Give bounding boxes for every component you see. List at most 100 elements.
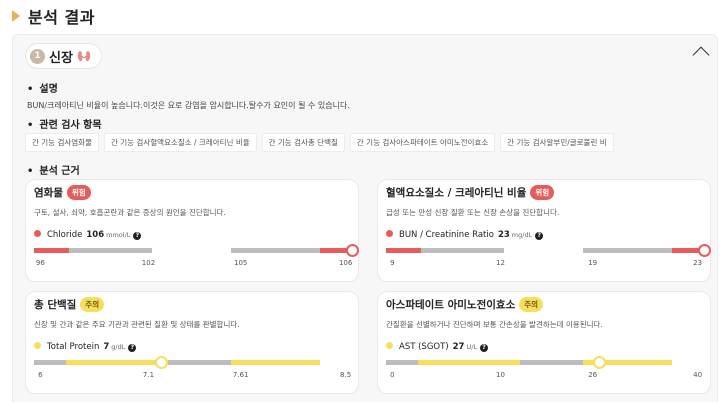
- card-description: 신장 및 간과 같은 주요 기관과 관련된 질환 및 상태를 판별합니다.: [34, 320, 240, 329]
- tick-label: 12: [496, 259, 505, 267]
- section-label: 신장: [49, 50, 73, 66]
- range-segment: [386, 248, 421, 253]
- value-marker: [155, 356, 169, 369]
- related-item-chip[interactable]: 간 기능 검사아스파테이트 아미노전이효소: [349, 133, 496, 152]
- related-item-chip[interactable]: 간 기능 검사알부민/글로불린 비: [500, 133, 614, 152]
- result-card-bun-ratio: 혈액요소질소 / 크레아티닌 비율 위험급성 또는 만성 신장 질환 또는 신장 …: [377, 179, 711, 282]
- tick-label: 40: [693, 371, 703, 379]
- range-segment: [167, 360, 232, 365]
- section-marker-icon: [12, 10, 20, 22]
- value-marker: [346, 244, 359, 257]
- kidney-icon: [77, 51, 91, 62]
- description-text: BUN/크레아티닌 비율이 높습니다.이것은 요로 감염을 암시합니다.탈수가 …: [27, 101, 350, 110]
- range-segment: [503, 248, 584, 253]
- range-segment: [34, 248, 69, 253]
- range-segment: [34, 360, 66, 365]
- test-value: 27: [452, 342, 465, 352]
- test-value-row: BUN / Creatinine Ratio 23 mg/dL?: [386, 230, 544, 240]
- info-icon[interactable]: ?: [535, 232, 544, 240]
- status-badge: 위험: [66, 185, 91, 200]
- related-item-chip[interactable]: 간 기능 검사혈액요소질소 / 크레아티닌 비율: [103, 133, 257, 152]
- card-description: 급성 또는 만성 신장 질환 또는 신장 손상을 진단합니다.: [386, 208, 560, 217]
- tick-label: 96: [35, 259, 45, 267]
- card-title: 염화물 위험: [34, 185, 91, 200]
- card-title: 아스파테이트 아미노전이효소 주의: [386, 297, 544, 312]
- test-unit: g/dL: [111, 343, 126, 351]
- card-description: 간질환을 선별하거나 진단하며 보통 간손상을 발견하는데 이용된니다.: [386, 320, 603, 329]
- range-ticks: 6 7.1 7.61 8.5: [34, 371, 352, 381]
- test-name: Total Protein: [47, 342, 100, 352]
- test-value-row: Total Protein 7 g/dL?: [34, 342, 137, 352]
- status-badge: 주의: [519, 297, 544, 312]
- page-header: 분석 결과: [12, 4, 95, 28]
- tick-label: 7.61: [232, 371, 249, 379]
- section-title-kidney: 1 신장: [25, 43, 102, 69]
- status-badge: 위험: [530, 185, 555, 200]
- value-marker: [593, 356, 607, 369]
- related-item-chip[interactable]: 간 기능 검사총 단백질: [261, 133, 345, 152]
- status-dot: [386, 230, 393, 237]
- related-items-list: 간 기능 검사염화물 간 기능 검사혈액요소질소 / 크레아티닌 비율 간 기능…: [25, 133, 614, 152]
- test-value-row: Chloride 106 mmol/L?: [34, 230, 142, 240]
- test-value: 23: [497, 230, 510, 240]
- tick-label: 19: [588, 259, 598, 267]
- test-value: 106: [86, 230, 105, 240]
- tick-label: 8.5: [340, 371, 352, 379]
- result-card-chloride: 염화물 위험 구토, 설사, 쇠약, 호흡곤란과 같은 증상의 원인을 진단합니다.…: [25, 179, 359, 282]
- status-dot: [34, 230, 41, 237]
- test-unit: mmol/L: [106, 231, 131, 239]
- range-segment: [386, 360, 418, 365]
- tick-label: 105: [234, 259, 248, 267]
- test-value: 7: [103, 342, 110, 352]
- test-name: Chloride: [47, 230, 83, 240]
- kidney-panel: 1 신장 설명 BUN/크레아티닌 비율이 높습니다.이것은 요로 감염을 암시…: [12, 34, 718, 402]
- tick-label: 106: [338, 259, 353, 267]
- result-card-ast: 아스파테이트 아미노전이효소 주의간질환을 선별하거나 진단하며 보통 간손상을 …: [377, 291, 711, 394]
- card-title: 혈액요소질소 / 크레아티닌 비율 위험: [386, 185, 555, 200]
- test-name: BUN / Creatinine Ratio: [399, 230, 494, 240]
- test-unit: mg/dL: [511, 231, 533, 239]
- tick-label: 26: [588, 371, 598, 379]
- page-title: 분석 결과: [28, 8, 95, 27]
- range-segment: [417, 360, 520, 365]
- info-icon[interactable]: ?: [133, 232, 142, 240]
- range-segment: [231, 248, 321, 253]
- range-bar: [34, 356, 352, 369]
- tick-label: 10: [496, 371, 505, 379]
- heading-related: 관련 검사 항목: [27, 116, 101, 131]
- value-marker: [698, 244, 711, 257]
- card-name: 염화물: [34, 187, 63, 199]
- range-ticks: 9 12 19 23: [386, 259, 704, 269]
- range-segment: [583, 248, 673, 253]
- card-name: 아스파테이트 아미노전이효소: [386, 299, 516, 311]
- range-segment: [519, 360, 584, 365]
- status-badge: 주의: [80, 297, 105, 312]
- range-segment: [231, 360, 321, 365]
- range-segment: [420, 248, 504, 253]
- test-name: AST (SGOT): [399, 342, 449, 352]
- collapse-chevron-icon[interactable]: [692, 46, 710, 64]
- info-icon[interactable]: ?: [128, 344, 137, 352]
- range-bar: [386, 356, 704, 369]
- heading-basis: 분석 근거: [27, 162, 79, 177]
- tick-label: 23: [693, 259, 703, 267]
- tick-label: 6: [38, 371, 43, 379]
- range-bar: [386, 244, 711, 257]
- card-title: 총 단백질 주의: [34, 297, 105, 312]
- range-ticks: 0 10 26 40: [386, 371, 704, 381]
- range-ticks: 96 102 105 106: [34, 259, 352, 269]
- heading-description: 설명: [27, 80, 57, 95]
- info-icon[interactable]: ?: [480, 344, 489, 352]
- related-item-chip[interactable]: 간 기능 검사염화물: [25, 133, 99, 152]
- status-dot: [34, 342, 41, 349]
- tick-label: 102: [141, 259, 156, 267]
- status-dot: [386, 342, 393, 349]
- tick-label: 9: [390, 259, 395, 267]
- card-name: 혈액요소질소 / 크레아티닌 비율: [386, 187, 527, 199]
- range-segment: [151, 248, 232, 253]
- card-name: 총 단백질: [34, 299, 77, 311]
- range-bar: [34, 244, 359, 257]
- range-segment: [65, 360, 168, 365]
- range-segment: [68, 248, 152, 253]
- test-unit: U/L: [466, 343, 478, 351]
